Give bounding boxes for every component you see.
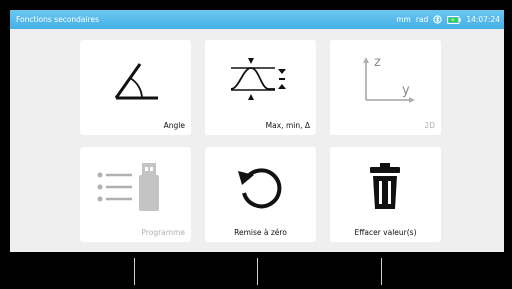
softkey-1[interactable] bbox=[10, 254, 134, 289]
tile-max-min-label: Max, min, Δ bbox=[265, 121, 310, 130]
tile-reset[interactable]: Remise à zéro bbox=[205, 147, 316, 242]
device-frame: Fonctions secondaires mm rad 14:07:24 An… bbox=[0, 0, 512, 289]
clock: 14:07:24 bbox=[466, 15, 500, 24]
tile-clear-values-label: Effacer valeur(s) bbox=[354, 228, 417, 237]
tile-2d[interactable]: z y 2D bbox=[330, 40, 441, 135]
axis-z-label: z bbox=[374, 55, 381, 70]
tile-2d-label: 2D bbox=[424, 121, 435, 130]
tile-angle[interactable]: Angle bbox=[80, 40, 191, 135]
screen: Fonctions secondaires mm rad 14:07:24 An… bbox=[10, 10, 504, 252]
tile-programme-label: Programme bbox=[141, 228, 185, 237]
status-bar: Fonctions secondaires mm rad 14:07:24 bbox=[10, 10, 504, 29]
axis-y-label: y bbox=[402, 83, 410, 98]
tile-max-min[interactable]: Max, min, Δ bbox=[205, 40, 316, 135]
screen-title: Fonctions secondaires bbox=[16, 15, 100, 24]
softkey-3[interactable] bbox=[257, 254, 381, 289]
bluetooth-icon bbox=[433, 15, 442, 24]
function-grid: Angle Max, min, Δ z y 2D Programme Remis… bbox=[80, 40, 441, 242]
tile-clear-values[interactable]: Effacer valeur(s) bbox=[330, 147, 441, 242]
softkey-bar bbox=[10, 254, 504, 289]
tile-reset-label: Remise à zéro bbox=[234, 228, 287, 237]
max-min-icon bbox=[230, 58, 286, 100]
axes-2d-icon: z y bbox=[363, 55, 415, 103]
angle-icon bbox=[114, 63, 158, 100]
tile-programme[interactable]: Programme bbox=[80, 147, 191, 242]
units-angle: rad bbox=[415, 15, 429, 24]
program-usb-icon bbox=[97, 163, 159, 211]
units-length: mm bbox=[396, 15, 411, 24]
trash-icon bbox=[370, 163, 400, 209]
battery-charging-icon bbox=[447, 15, 462, 24]
softkey-4[interactable] bbox=[380, 254, 505, 289]
softkey-2[interactable] bbox=[133, 254, 258, 289]
reset-icon bbox=[238, 168, 282, 209]
tile-angle-label: Angle bbox=[163, 121, 185, 130]
